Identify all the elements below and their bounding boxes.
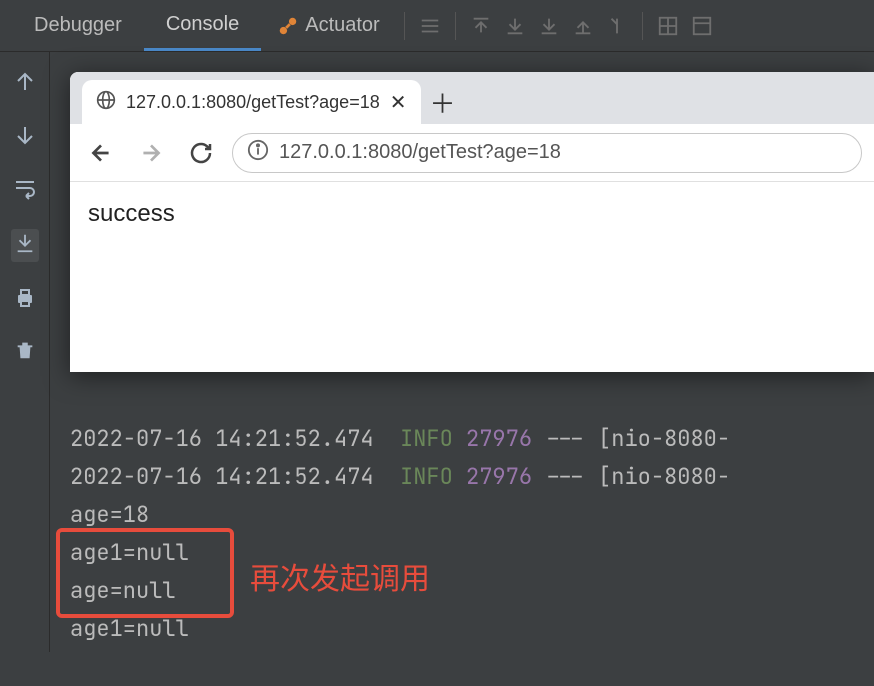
main-area: 127.0.0.1:8080/getTest?age=18 ✕ ＋ 127.0.…	[50, 52, 874, 652]
arrow-down-icon[interactable]	[13, 123, 37, 152]
export-up-icon[interactable]	[466, 11, 496, 41]
separator	[642, 12, 643, 40]
tab-console[interactable]: Console	[144, 1, 261, 51]
log-line: 2022-07-16 14:21:52.474 INFO 27976 --- […	[70, 424, 730, 453]
log-line: age1=null	[70, 538, 189, 567]
address-bar[interactable]: 127.0.0.1:8080/getTest?age=18	[232, 133, 862, 173]
cursor-down-icon[interactable]	[602, 11, 632, 41]
globe-icon	[96, 90, 116, 115]
tab-debugger[interactable]: Debugger	[12, 2, 144, 49]
scroll-to-end-icon[interactable]	[11, 229, 39, 262]
soft-wrap-icon[interactable]	[13, 176, 37, 205]
browser-window: 127.0.0.1:8080/getTest?age=18 ✕ ＋ 127.0.…	[70, 72, 874, 372]
separator	[455, 12, 456, 40]
trash-icon[interactable]	[14, 339, 36, 366]
actuator-label: Actuator	[305, 14, 379, 37]
console-output[interactable]: 2022-07-16 14:21:52.474 INFO 27976 --- […	[70, 382, 874, 652]
new-tab-button[interactable]: ＋	[421, 80, 465, 124]
grid-icon[interactable]	[653, 11, 683, 41]
close-tab-icon[interactable]: ✕	[390, 90, 407, 115]
browser-tab-strip: 127.0.0.1:8080/getTest?age=18 ✕ ＋	[70, 72, 874, 124]
browser-tab[interactable]: 127.0.0.1:8080/getTest?age=18 ✕	[82, 80, 421, 124]
browser-nav-bar: 127.0.0.1:8080/getTest?age=18	[70, 124, 874, 182]
arrow-up-icon[interactable]	[13, 70, 37, 99]
forward-button[interactable]	[132, 134, 170, 172]
separator	[404, 12, 405, 40]
info-icon	[247, 139, 269, 167]
actuator-icon	[277, 15, 299, 37]
download-icon[interactable]	[534, 11, 564, 41]
log-line: age1=null	[70, 614, 189, 643]
page-content: success	[70, 182, 874, 372]
upload-icon[interactable]	[568, 11, 598, 41]
log-line: age=18	[70, 500, 149, 529]
address-text: 127.0.0.1:8080/getTest?age=18	[279, 141, 561, 164]
browser-tab-title: 127.0.0.1:8080/getTest?age=18	[126, 92, 380, 113]
annotation-text: 再次发起调用	[250, 554, 430, 598]
reload-button[interactable]	[182, 134, 220, 172]
console-gutter	[0, 52, 50, 652]
ide-toolbar: Debugger Console Actuator	[0, 0, 874, 52]
back-button[interactable]	[82, 134, 120, 172]
tab-actuator[interactable]: Actuator	[261, 14, 395, 37]
list-icon[interactable]	[415, 11, 445, 41]
layout-icon[interactable]	[687, 11, 717, 41]
print-icon[interactable]	[13, 286, 37, 315]
download-icon[interactable]	[500, 11, 530, 41]
log-line: 2022-07-16 14:21:52.474 INFO 27976 --- […	[70, 462, 730, 491]
log-line: age=null	[70, 576, 176, 605]
